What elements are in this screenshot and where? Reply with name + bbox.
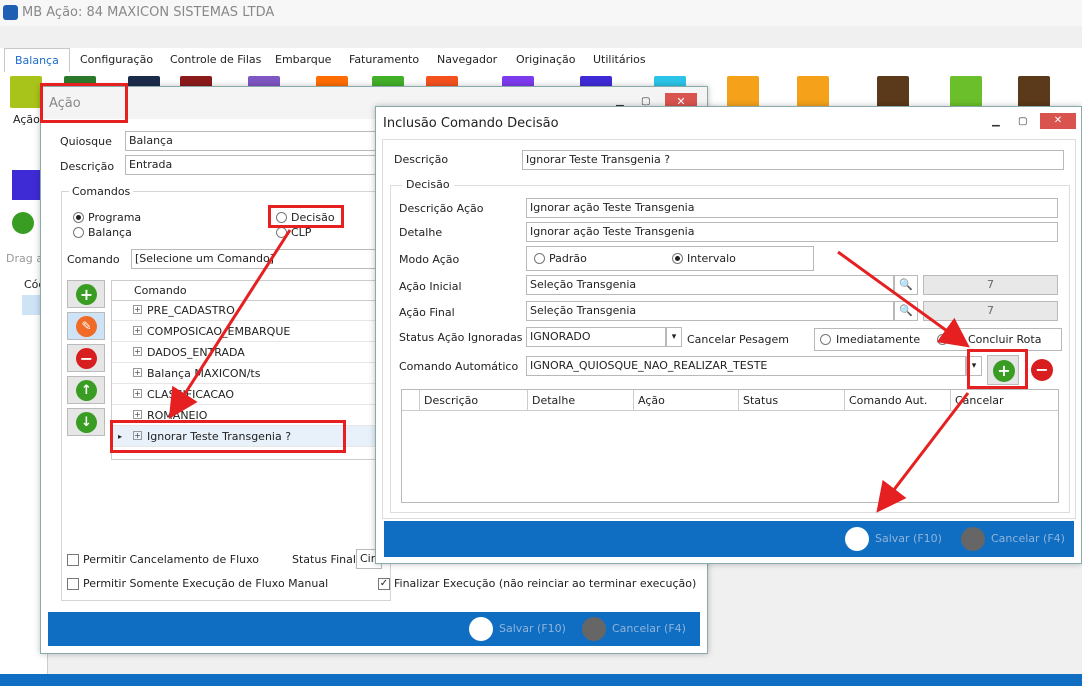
arrow-to-save [876,392,970,513]
arrow-to-add-button [837,250,970,348]
annotation-arrows [168,229,970,513]
arrow-decisao-to-tree [168,229,292,420]
